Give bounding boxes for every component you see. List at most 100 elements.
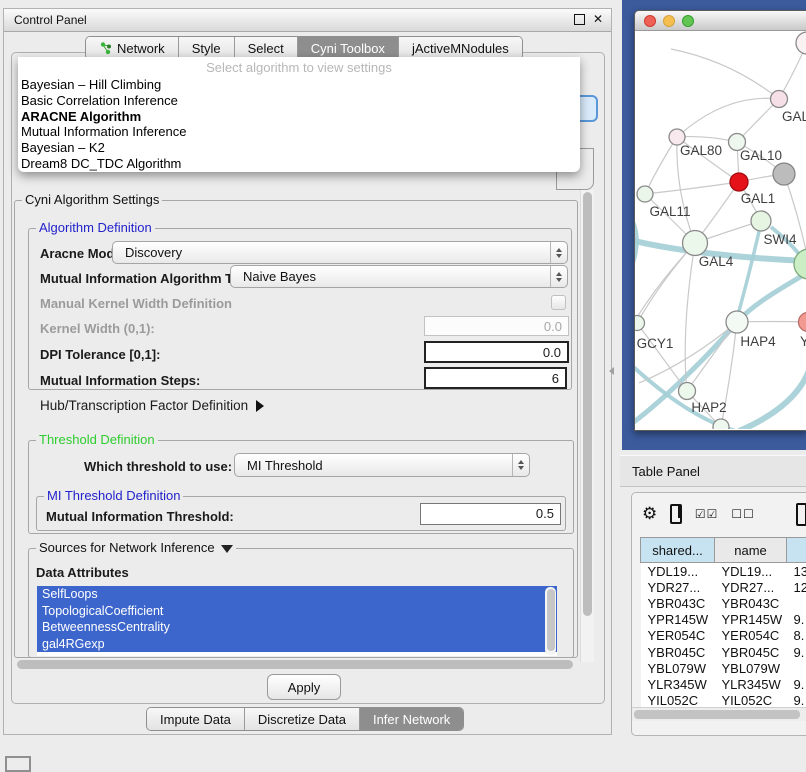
network-node-big-green-cut[interactable] (794, 249, 806, 279)
network-edge[interactable] (671, 49, 779, 99)
table-cell[interactable] (787, 660, 806, 676)
table-cell[interactable]: YDR27... (715, 579, 787, 595)
data-attributes-list[interactable]: SelfLoopsTopologicalCoefficientBetweenne… (37, 586, 557, 656)
tab-cyni-toolbox[interactable]: Cyni Toolbox (298, 37, 399, 59)
deselect-all-checkboxes-icon[interactable]: ☐☐ (731, 507, 755, 521)
table-column-header[interactable]: name (715, 538, 787, 563)
tab-discretize-data[interactable]: Discretize Data (245, 708, 360, 730)
network-edge[interactable] (677, 98, 779, 137)
table-cell[interactable]: YBR043C (715, 595, 787, 611)
tab-network[interactable]: Network (86, 37, 179, 59)
network-edge[interactable] (645, 182, 739, 194)
table-row[interactable]: YER054CYER054C8. (641, 628, 806, 644)
table-cell[interactable]: 9. (787, 644, 806, 660)
aracne-mode-select[interactable]: Discovery (112, 241, 568, 264)
table-cell[interactable]: YER054C (715, 628, 787, 644)
table-cell[interactable]: YDR27... (641, 579, 715, 595)
network-node-gal11[interactable] (637, 186, 653, 202)
window-zoom-icon[interactable] (682, 15, 694, 27)
float-window-icon[interactable] (574, 14, 585, 25)
table-column-header[interactable]: shared... (641, 538, 715, 563)
table-cell[interactable]: YER054C (641, 628, 715, 644)
node-table[interactable]: shared...nameA YDL19...YDL19...13YDR27..… (640, 537, 806, 709)
network-edge-thick[interactable] (739, 223, 761, 311)
network-canvas[interactable]: GALGAL80GAL10GAL1SWI4GAL11GAL4YHAP4GCY1H… (635, 31, 806, 429)
table-cell[interactable]: YLR345W (641, 676, 715, 692)
table-row[interactable]: YDR27...YDR27...12 (641, 579, 806, 595)
table-cell[interactable]: YBR045C (715, 644, 787, 660)
table-cell[interactable]: YPR145W (641, 612, 715, 628)
tab-infer-network[interactable]: Infer Network (360, 708, 463, 730)
network-node-gal4[interactable] (683, 231, 708, 256)
network-node-hap4[interactable] (726, 311, 748, 333)
table-column-header[interactable]: A (787, 538, 806, 563)
window-minimize-icon[interactable] (663, 15, 675, 27)
export-table-icon[interactable] (796, 503, 806, 526)
table-cell[interactable]: 8. (787, 628, 806, 644)
mutual-information-threshold-field[interactable]: 0.5 (420, 503, 561, 525)
panel-splitter-arrow-icon[interactable] (609, 367, 614, 375)
table-cell[interactable]: YLR345W (715, 676, 787, 692)
table-cell[interactable]: 9. (787, 676, 806, 692)
hub-section-toggle[interactable]: Hub/Transcription Factor Definition (40, 398, 264, 413)
tab-impute-data[interactable]: Impute Data (147, 708, 245, 730)
mi-steps-field[interactable]: 6 (424, 367, 567, 389)
data-attribute-item[interactable]: SelfLoops (37, 586, 557, 603)
table-cell[interactable]: YBL079W (715, 660, 787, 676)
manual-kernel-width-checkbox[interactable] (551, 295, 566, 310)
close-icon[interactable]: ✕ (593, 13, 603, 25)
network-node-bottom-cut[interactable] (713, 419, 729, 429)
data-attribute-item[interactable]: TopologicalCoefficient (37, 603, 557, 620)
sources-title[interactable]: Sources for Network Inference (36, 541, 236, 555)
data-attribute-item[interactable]: BetweennessCentrality (37, 619, 557, 636)
settings-vertical-scrollbar[interactable] (580, 190, 594, 662)
table-row[interactable]: YDL19...YDL19...13 (641, 563, 806, 580)
algorithm-option[interactable]: Basic Correlation Inference (18, 93, 580, 109)
window-close-icon[interactable] (644, 15, 656, 27)
algorithm-option[interactable]: Dream8 DC_TDC Algorithm (18, 156, 580, 172)
network-edge[interactable] (645, 137, 677, 194)
dpi-tolerance-field[interactable]: 0.0 (424, 341, 569, 363)
table-cell[interactable]: 13 (787, 563, 806, 580)
table-horizontal-scrollbar[interactable] (632, 707, 806, 721)
algorithm-option[interactable]: Mutual Information Inference (18, 124, 580, 140)
network-edge-thick[interactable] (739, 365, 806, 429)
tab-select[interactable]: Select (235, 37, 298, 59)
attributes-scrollbar[interactable] (545, 587, 556, 655)
tab-jactivemnodules[interactable]: jActiveMNodules (399, 37, 522, 59)
apply-button[interactable]: Apply (267, 674, 341, 700)
table-cell[interactable]: YBR045C (641, 644, 715, 660)
table-cell[interactable]: YDL19... (641, 563, 715, 580)
table-cell[interactable]: YBR043C (641, 595, 715, 611)
network-node-swi4[interactable] (751, 211, 771, 231)
which-threshold-select[interactable]: MI Threshold (234, 453, 530, 477)
select-all-checkboxes-icon[interactable]: ☑☑ (695, 507, 719, 521)
table-row[interactable]: YBR045CYBR045C9. (641, 644, 806, 660)
table-cell[interactable]: YBL079W (641, 660, 715, 676)
column-layout-icon[interactable] (670, 504, 682, 524)
network-view-window[interactable]: GALGAL80GAL10GAL1SWI4GAL11GAL4YHAP4GCY1H… (634, 10, 806, 431)
mi-algorithm-type-select[interactable]: Naive Bayes (230, 265, 568, 288)
table-row[interactable]: YBR043CYBR043C (641, 595, 806, 611)
algorithm-option[interactable]: ARACNE Algorithm (18, 109, 580, 125)
minimized-panel-icon[interactable] (5, 756, 31, 772)
table-cell[interactable]: 9. (787, 612, 806, 628)
gear-icon[interactable]: ⚙ (642, 504, 657, 524)
network-node-hap2[interactable] (679, 383, 696, 400)
network-window-titlebar[interactable] (635, 11, 806, 31)
network-node-gal1[interactable] (730, 173, 748, 191)
table-cell[interactable] (787, 595, 806, 611)
network-node-gal-cut[interactable] (771, 91, 788, 108)
network-node-gcy1[interactable] (635, 316, 645, 331)
settings-horizontal-scrollbar[interactable] (16, 659, 576, 670)
network-node-top-cut[interactable] (796, 32, 806, 54)
table-cell[interactable]: YPR145W (715, 612, 787, 628)
network-node-gray-node[interactable] (773, 163, 795, 185)
table-cell[interactable]: YDL19... (715, 563, 787, 580)
table-cell[interactable]: 12 (787, 579, 806, 595)
algorithm-option[interactable]: Bayesian – K2 (18, 140, 580, 156)
table-row[interactable]: YBL079WYBL079W (641, 660, 806, 676)
network-node-salmon-cut[interactable] (799, 313, 806, 332)
tab-style[interactable]: Style (179, 37, 235, 59)
table-row[interactable]: YPR145WYPR145W9. (641, 612, 806, 628)
